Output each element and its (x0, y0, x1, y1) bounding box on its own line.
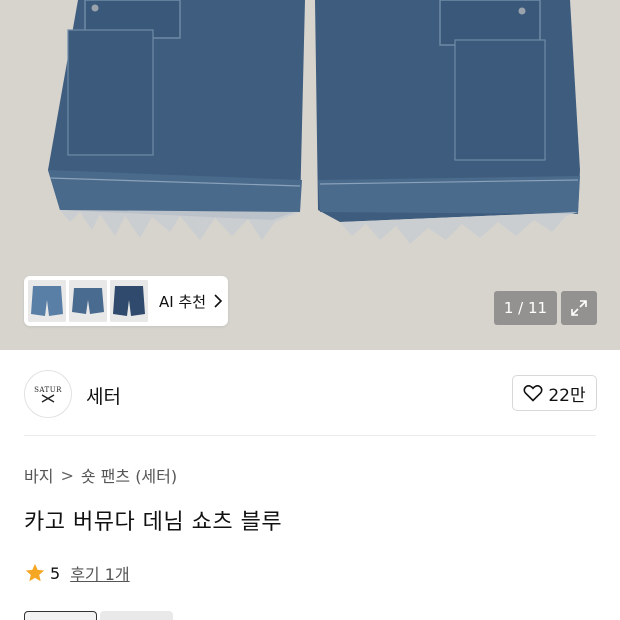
brand-logo-text: SATUR (34, 385, 62, 394)
denim-shorts-thumb-icon (68, 280, 107, 322)
recommendation-thumb[interactable] (68, 280, 107, 322)
expand-icon (571, 300, 587, 316)
product-image-gallery[interactable]: AI 추천 1 / 11 (0, 0, 620, 350)
recommendation-thumb[interactable] (28, 280, 66, 322)
denim-shorts-thumb-icon (109, 280, 148, 322)
image-counter: 1 / 11 (494, 291, 557, 325)
ai-recommendation-bar[interactable]: AI 추천 (24, 276, 228, 326)
option-chip-selected[interactable] (24, 611, 97, 620)
review-link[interactable]: 후기 1개 (70, 561, 129, 585)
star-icon (25, 563, 45, 582)
like-button[interactable]: 22만 (512, 375, 597, 411)
option-chip[interactable] (100, 611, 173, 620)
denim-shorts-thumb-icon (28, 280, 66, 322)
ai-recommendation-label: AI 추천 (158, 292, 207, 311)
brand-name[interactable]: 세터 (86, 382, 121, 409)
rating-value: 5 (50, 563, 61, 583)
heart-icon (523, 385, 543, 402)
brand-logo-mark-icon (41, 393, 55, 403)
breadcrumb-separator: > (60, 465, 74, 485)
breadcrumb-category[interactable]: 바지 (24, 463, 53, 487)
brand-row[interactable]: SATUR 세터 22만 (0, 350, 620, 436)
product-title: 카고 버뮤다 데님 쇼츠 블루 (24, 510, 283, 535)
expand-button[interactable] (561, 291, 597, 325)
recommendation-thumb[interactable] (109, 280, 148, 322)
breadcrumb: 바지 > 숏 팬츠 (세터) (24, 463, 177, 487)
divider (24, 435, 596, 436)
like-count: 22만 (548, 385, 586, 406)
breadcrumb-subcategory[interactable]: 숏 팬츠 (세터) (81, 463, 177, 487)
rating-row: 5 후기 1개 (24, 561, 130, 585)
chevron-right-icon (214, 294, 223, 308)
brand-logo[interactable]: SATUR (24, 370, 72, 418)
